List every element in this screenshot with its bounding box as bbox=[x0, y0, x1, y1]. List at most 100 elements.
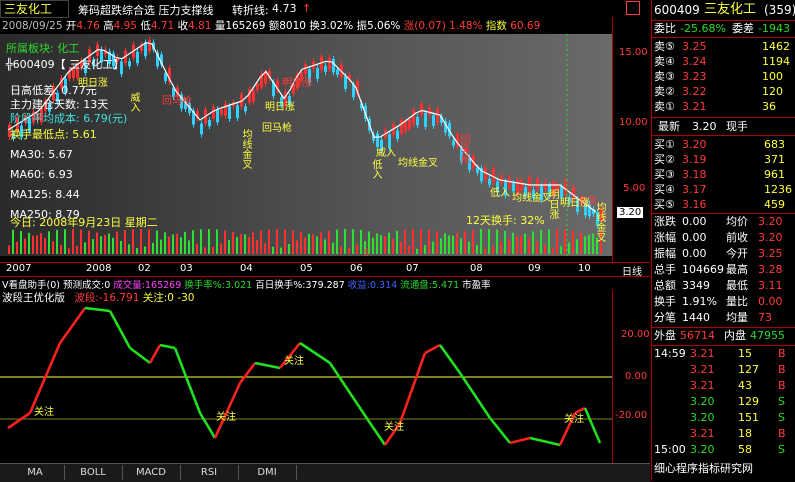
open-label: 开 bbox=[65, 20, 77, 32]
volume-bar bbox=[164, 232, 166, 254]
volume-bar bbox=[476, 245, 478, 254]
volume-bar bbox=[488, 229, 490, 254]
candle-body bbox=[436, 108, 439, 123]
osc-segment bbox=[84, 306, 111, 313]
volume-bar bbox=[268, 229, 270, 254]
rise-label: 涨 bbox=[403, 20, 415, 32]
tab-ma[interactable]: MA bbox=[6, 465, 65, 480]
volume-bar bbox=[572, 230, 574, 254]
outer-label: 外盘 bbox=[654, 329, 676, 342]
volume-bar bbox=[220, 243, 222, 254]
tick-time: 14:59 bbox=[654, 347, 686, 360]
axis-10: 10.00 bbox=[619, 117, 648, 128]
volume-bar bbox=[44, 238, 46, 254]
volume-bar bbox=[560, 246, 562, 254]
volume-bar bbox=[168, 236, 170, 254]
swing-value: 5.06% bbox=[367, 20, 401, 32]
ohlc-info-line: 2008/09/25 开4.76 高4.95 低4.71 收4.81 量1652… bbox=[2, 18, 650, 32]
stat-label: 均量 bbox=[726, 311, 748, 324]
osc-segment bbox=[58, 307, 87, 344]
stat-label: 总额 bbox=[654, 279, 676, 292]
outer-value: 56714 bbox=[680, 329, 715, 342]
volume-bar bbox=[252, 232, 254, 254]
candle-body bbox=[228, 106, 231, 120]
bid-ratio-row: 委比 -25.68% 委差 -1943 bbox=[652, 22, 795, 36]
stat-value: 0.00 bbox=[758, 295, 783, 308]
profit: 收益:0.314 bbox=[347, 280, 398, 289]
tick-price: 3.21 bbox=[690, 379, 715, 392]
volume-bar bbox=[432, 241, 434, 254]
volume-bar bbox=[280, 247, 282, 254]
osc-axis-m20: -20.00 bbox=[615, 410, 648, 421]
volume-bar bbox=[504, 230, 506, 254]
buy-row: 买⑤ 3.16 459 bbox=[652, 198, 795, 212]
high-value: 4.95 bbox=[113, 20, 137, 32]
volume-bar bbox=[256, 239, 258, 254]
quote-header: 600409 三友化工 (359) bbox=[652, 3, 795, 18]
signal-label: 明日涨 bbox=[265, 102, 295, 113]
stat-value: 1.91% bbox=[682, 295, 717, 308]
stat-row: 分笔 1440 均量 73 bbox=[652, 311, 795, 325]
candle-body bbox=[136, 51, 139, 64]
tab-boll[interactable]: BOLL bbox=[64, 465, 123, 480]
volume-bar bbox=[424, 245, 426, 254]
index-label: 指数 bbox=[485, 20, 507, 32]
volume-bar bbox=[152, 242, 154, 254]
stat-value: 3349 bbox=[682, 279, 710, 292]
stat-label: 换手 bbox=[654, 295, 676, 308]
volume-bar bbox=[332, 242, 334, 254]
stat-label: 分笔 bbox=[654, 311, 676, 324]
volume-bar bbox=[284, 229, 286, 254]
stat-value: 3.20 bbox=[758, 231, 783, 244]
tab-rsi[interactable]: RSI bbox=[180, 465, 239, 480]
sell-price: 3.25 bbox=[682, 40, 707, 53]
stat-value: 3.20 bbox=[758, 215, 783, 228]
buy-level-label: 买⑤ bbox=[654, 198, 675, 211]
ma30-line: MA30: 5.67 bbox=[10, 148, 73, 161]
volume-bar bbox=[304, 237, 306, 254]
buy-price: 3.17 bbox=[682, 183, 707, 196]
volume-info-line: V看盘助手(0) 预测成交:0 成交量:165269 换手率%:3.021 百日… bbox=[2, 277, 647, 289]
volume-bar bbox=[408, 245, 410, 254]
stat-label: 均价 bbox=[726, 215, 748, 228]
volume-bar bbox=[228, 240, 230, 254]
volume-bar bbox=[468, 241, 470, 254]
volume-bar bbox=[200, 229, 202, 254]
oscillator-svg[interactable] bbox=[0, 303, 612, 461]
candle-body bbox=[452, 140, 455, 146]
volume-bar bbox=[104, 234, 106, 254]
stage-cost-line: 阶段平均成本: 6.79(元) bbox=[10, 112, 128, 125]
volume-bar bbox=[40, 233, 42, 254]
turnover-value: 3.02% bbox=[319, 20, 354, 32]
rise-pct: 1.48% bbox=[449, 20, 483, 32]
volume-bar bbox=[212, 247, 214, 254]
candle-body bbox=[236, 105, 239, 119]
volume-bar bbox=[312, 234, 314, 254]
volume-bar bbox=[536, 241, 538, 254]
volume-bar bbox=[240, 234, 242, 254]
volume-bar bbox=[124, 230, 126, 254]
candle-body bbox=[432, 115, 435, 127]
window-button-icon[interactable] bbox=[626, 1, 640, 15]
buy-volume: 459 bbox=[764, 198, 785, 211]
tab-macd[interactable]: MACD bbox=[122, 465, 181, 480]
osc-segment bbox=[398, 352, 427, 424]
indicator-title[interactable]: 筹码超跌综合选 压力支撑线 bbox=[78, 2, 214, 18]
sell-row: 卖④ 3.24 1194 bbox=[652, 55, 795, 69]
volume-bar bbox=[556, 229, 558, 254]
volume-bar bbox=[188, 240, 190, 254]
volume-bar bbox=[72, 229, 74, 254]
kline-chart-area[interactable]: 所属板块: 化工 ╬600409【 三友化工】 日高低差: 0.77元 主力建仓… bbox=[0, 34, 612, 259]
candle-body bbox=[336, 69, 339, 75]
tick-row: 3.20 129 S bbox=[652, 395, 795, 409]
volume-bar bbox=[84, 242, 86, 254]
osc-segment bbox=[509, 436, 531, 445]
volume-bar bbox=[180, 237, 182, 254]
stock-name-title[interactable]: 三友化工 bbox=[0, 0, 69, 18]
tab-dmi[interactable]: DMI bbox=[238, 465, 297, 480]
xaxis-tick: 02 bbox=[138, 263, 151, 274]
period-label[interactable]: 日线 bbox=[622, 263, 642, 278]
stat-label: 涨幅 bbox=[654, 231, 676, 244]
close-label: 收 bbox=[177, 20, 189, 32]
tick-side: B bbox=[778, 379, 786, 392]
